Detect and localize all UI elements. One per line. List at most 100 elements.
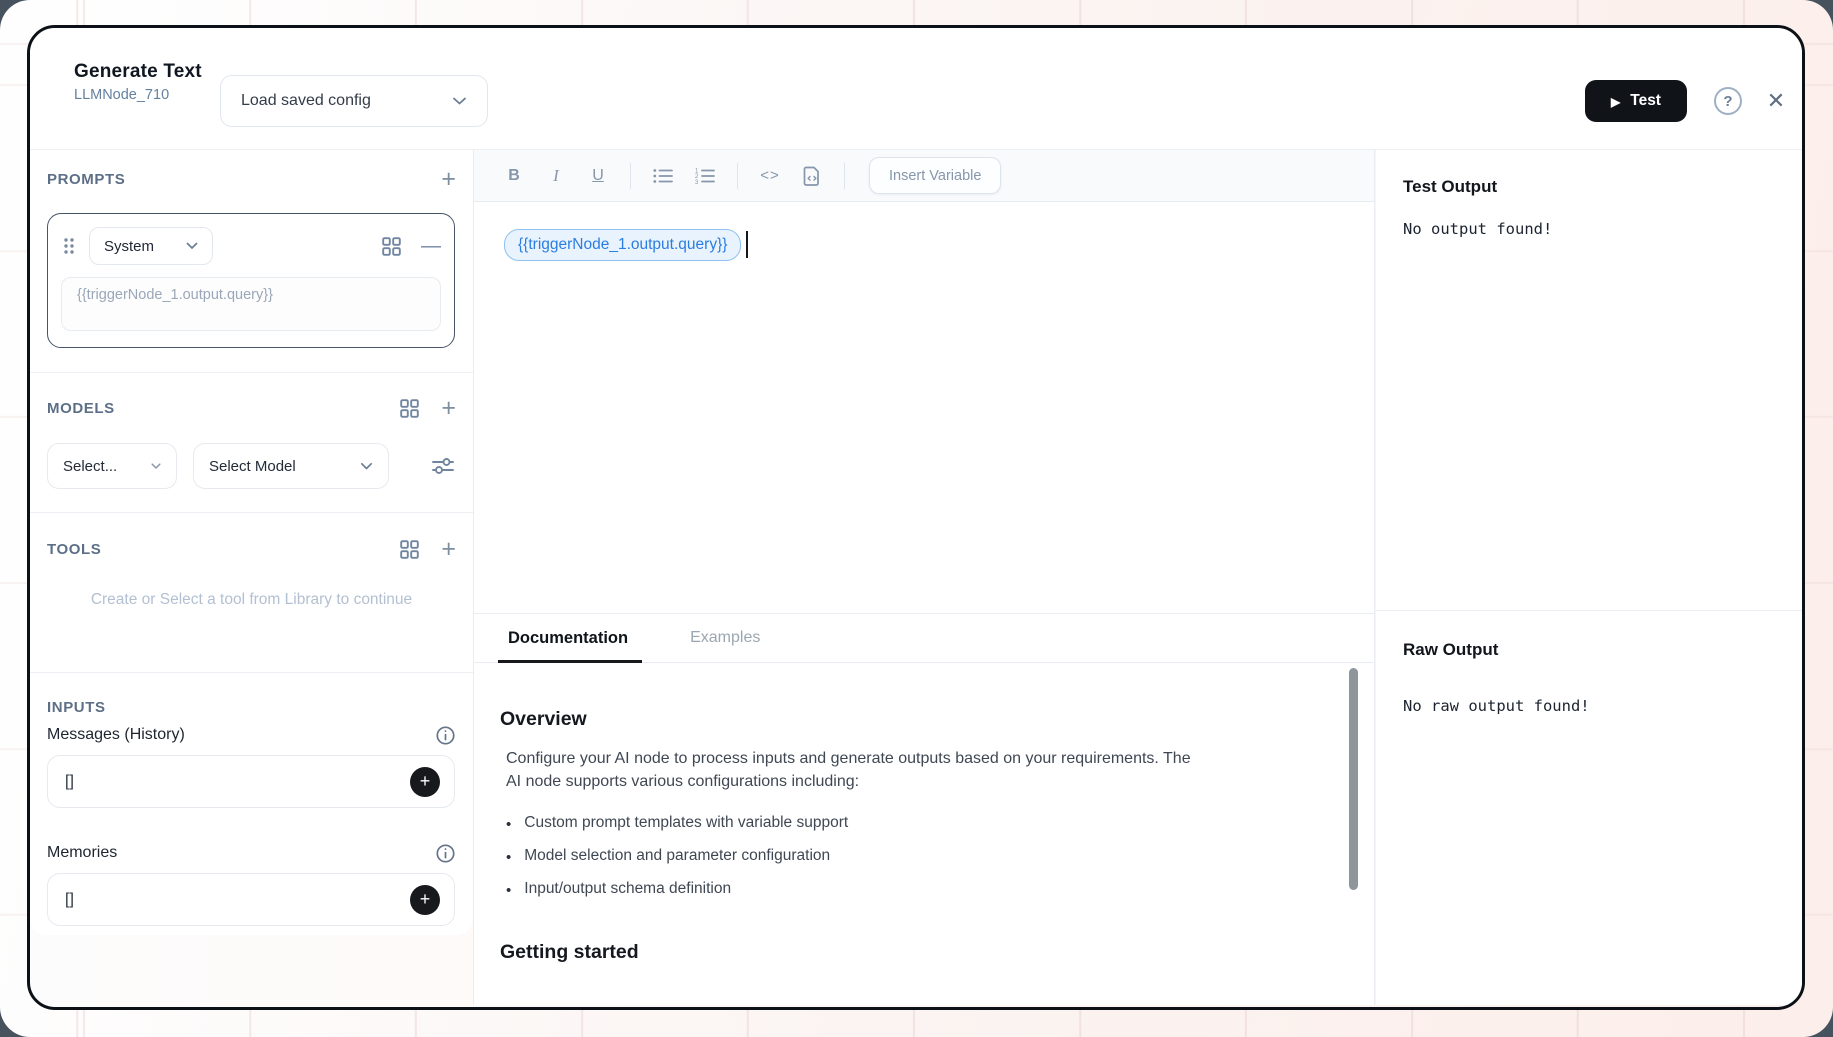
test-output-section: Test Output No output found! bbox=[1376, 150, 1802, 610]
list-item-text: Custom prompt templates with variable su… bbox=[524, 814, 848, 835]
close-icon[interactable]: ✕ bbox=[1760, 85, 1792, 117]
provider-select-value: Select... bbox=[63, 458, 117, 475]
chevron-down-icon bbox=[151, 463, 161, 470]
divider bbox=[30, 512, 473, 513]
chevron-down-icon bbox=[360, 462, 373, 471]
models-section-header: MODELS + bbox=[47, 393, 456, 423]
code-button[interactable]: <> bbox=[752, 158, 788, 194]
memories-label: Memories bbox=[47, 844, 117, 862]
help-icon[interactable]: ? bbox=[1714, 87, 1742, 115]
add-message-button[interactable]: + bbox=[410, 767, 440, 797]
load-saved-config-value: Load saved config bbox=[241, 92, 371, 110]
test-output-empty-text: No output found! bbox=[1403, 220, 1775, 238]
add-tool-button[interactable]: + bbox=[441, 537, 456, 562]
memories-label-row: Memories bbox=[47, 840, 456, 866]
config-sidebar: PROMPTS + System bbox=[30, 150, 473, 935]
prompt-text-input[interactable]: {{triggerNode_1.output.query}} bbox=[61, 277, 441, 331]
tab-documentation[interactable]: Documentation bbox=[508, 614, 628, 662]
memories-value: [] bbox=[65, 891, 74, 909]
prompt-editor-panel: B I U 123 <> Insert Var bbox=[473, 150, 1375, 1005]
test-button-label: Test bbox=[1630, 92, 1661, 110]
prompts-label: PROMPTS bbox=[47, 171, 125, 188]
remove-prompt-button[interactable]: — bbox=[421, 236, 441, 256]
raw-output-section: Raw Output No raw output found! bbox=[1376, 610, 1802, 1005]
underline-button[interactable]: U bbox=[580, 158, 616, 194]
italic-button[interactable]: I bbox=[538, 158, 574, 194]
messages-label-row: Messages (History) bbox=[47, 722, 456, 748]
add-model-button[interactable]: + bbox=[441, 396, 456, 421]
provider-select[interactable]: Select... bbox=[47, 443, 177, 489]
models-row: Select... Select Model bbox=[47, 443, 455, 489]
toolbar-divider bbox=[630, 163, 631, 189]
toolbar-divider bbox=[737, 163, 738, 189]
svg-text:3: 3 bbox=[695, 179, 699, 183]
doc-tab-bar: Documentation Examples bbox=[474, 613, 1374, 663]
model-select-value: Select Model bbox=[209, 458, 296, 475]
bullet-icon: • bbox=[506, 847, 511, 868]
modal-header: Generate Text LLMNode_710 Load saved con… bbox=[30, 28, 1802, 150]
numbered-list-button[interactable]: 123 bbox=[687, 158, 723, 194]
memories-input[interactable]: [] + bbox=[47, 873, 455, 926]
info-icon[interactable] bbox=[435, 725, 456, 746]
code-file-button[interactable] bbox=[794, 158, 830, 194]
toolbar-divider bbox=[844, 163, 845, 189]
tools-grid-icon[interactable] bbox=[400, 540, 419, 559]
output-panel: Test Output No output found! Raw Output … bbox=[1376, 150, 1802, 1005]
messages-history-input[interactable]: [] + bbox=[47, 755, 455, 808]
divider bbox=[30, 372, 473, 373]
bullet-list-button[interactable] bbox=[645, 158, 681, 194]
messages-history-value: [] bbox=[65, 773, 74, 791]
node-id-label: LLMNode_710 bbox=[74, 87, 202, 103]
list-item: • Input/output schema definition bbox=[506, 880, 1314, 901]
chevron-down-icon bbox=[452, 96, 467, 106]
tab-examples[interactable]: Examples bbox=[690, 614, 760, 662]
help-glyph: ? bbox=[1723, 93, 1732, 110]
bold-button[interactable]: B bbox=[496, 158, 532, 194]
insert-variable-button[interactable]: Insert Variable bbox=[869, 157, 1001, 194]
test-output-title: Test Output bbox=[1403, 177, 1775, 197]
list-item-text: Input/output schema definition bbox=[524, 880, 731, 901]
modal-content: PROMPTS + System bbox=[30, 150, 1802, 977]
play-icon: ▶ bbox=[1611, 96, 1620, 108]
variable-chip[interactable]: {{triggerNode_1.output.query}} bbox=[504, 229, 741, 261]
list-item-text: Model selection and parameter configurat… bbox=[524, 847, 830, 868]
doc-scrollbar-thumb[interactable] bbox=[1349, 668, 1358, 890]
page-title: Generate Text bbox=[74, 61, 202, 83]
test-button[interactable]: ▶ Test bbox=[1585, 80, 1687, 122]
documentation-content: Overview Configure your AI node to proce… bbox=[474, 664, 1374, 1005]
feature-list: • Custom prompt templates with variable … bbox=[506, 814, 1314, 901]
chevron-down-icon bbox=[186, 242, 198, 250]
inputs-label: INPUTS bbox=[47, 699, 106, 716]
prompt-role-select[interactable]: System bbox=[89, 227, 213, 265]
divider bbox=[30, 672, 473, 673]
tools-empty-text: Create or Select a tool from Library to … bbox=[60, 588, 443, 612]
overview-heading: Overview bbox=[500, 708, 1314, 731]
raw-output-empty-text: No raw output found! bbox=[1403, 697, 1775, 715]
model-select[interactable]: Select Model bbox=[193, 443, 389, 489]
load-saved-config-select[interactable]: Load saved config bbox=[220, 75, 488, 127]
editor-toolbar: B I U 123 <> Insert Var bbox=[474, 150, 1374, 202]
tools-section-header: TOOLS + bbox=[47, 534, 456, 564]
expand-prompt-grid-icon[interactable] bbox=[382, 237, 401, 256]
prompt-editor-area[interactable]: {{triggerNode_1.output.query}} bbox=[474, 203, 1374, 613]
overview-paragraph: Configure your AI node to process inputs… bbox=[506, 747, 1198, 794]
add-prompt-button[interactable]: + bbox=[441, 167, 456, 192]
add-memory-button[interactable]: + bbox=[410, 885, 440, 915]
prompt-role-value: System bbox=[104, 238, 154, 255]
messages-history-label: Messages (History) bbox=[47, 726, 185, 744]
inputs-section-header: INPUTS bbox=[47, 692, 456, 722]
workflow-canvas-background: Generate Text LLMNode_710 Load saved con… bbox=[0, 0, 1833, 1037]
prompt-card: System — {{triggerNode_1.output. bbox=[47, 213, 455, 348]
close-glyph: ✕ bbox=[1767, 88, 1785, 114]
drag-handle-icon[interactable] bbox=[61, 235, 77, 257]
list-item: • Custom prompt templates with variable … bbox=[506, 814, 1314, 835]
bullet-icon: • bbox=[506, 814, 511, 835]
model-settings-sliders-icon[interactable] bbox=[431, 455, 455, 477]
getting-started-heading: Getting started bbox=[500, 941, 1314, 964]
title-block: Generate Text LLMNode_710 bbox=[74, 61, 202, 103]
tools-label: TOOLS bbox=[47, 541, 101, 558]
models-label: MODELS bbox=[47, 400, 115, 417]
raw-output-title: Raw Output bbox=[1403, 640, 1775, 660]
info-icon[interactable] bbox=[435, 843, 456, 864]
models-grid-icon[interactable] bbox=[400, 399, 419, 418]
